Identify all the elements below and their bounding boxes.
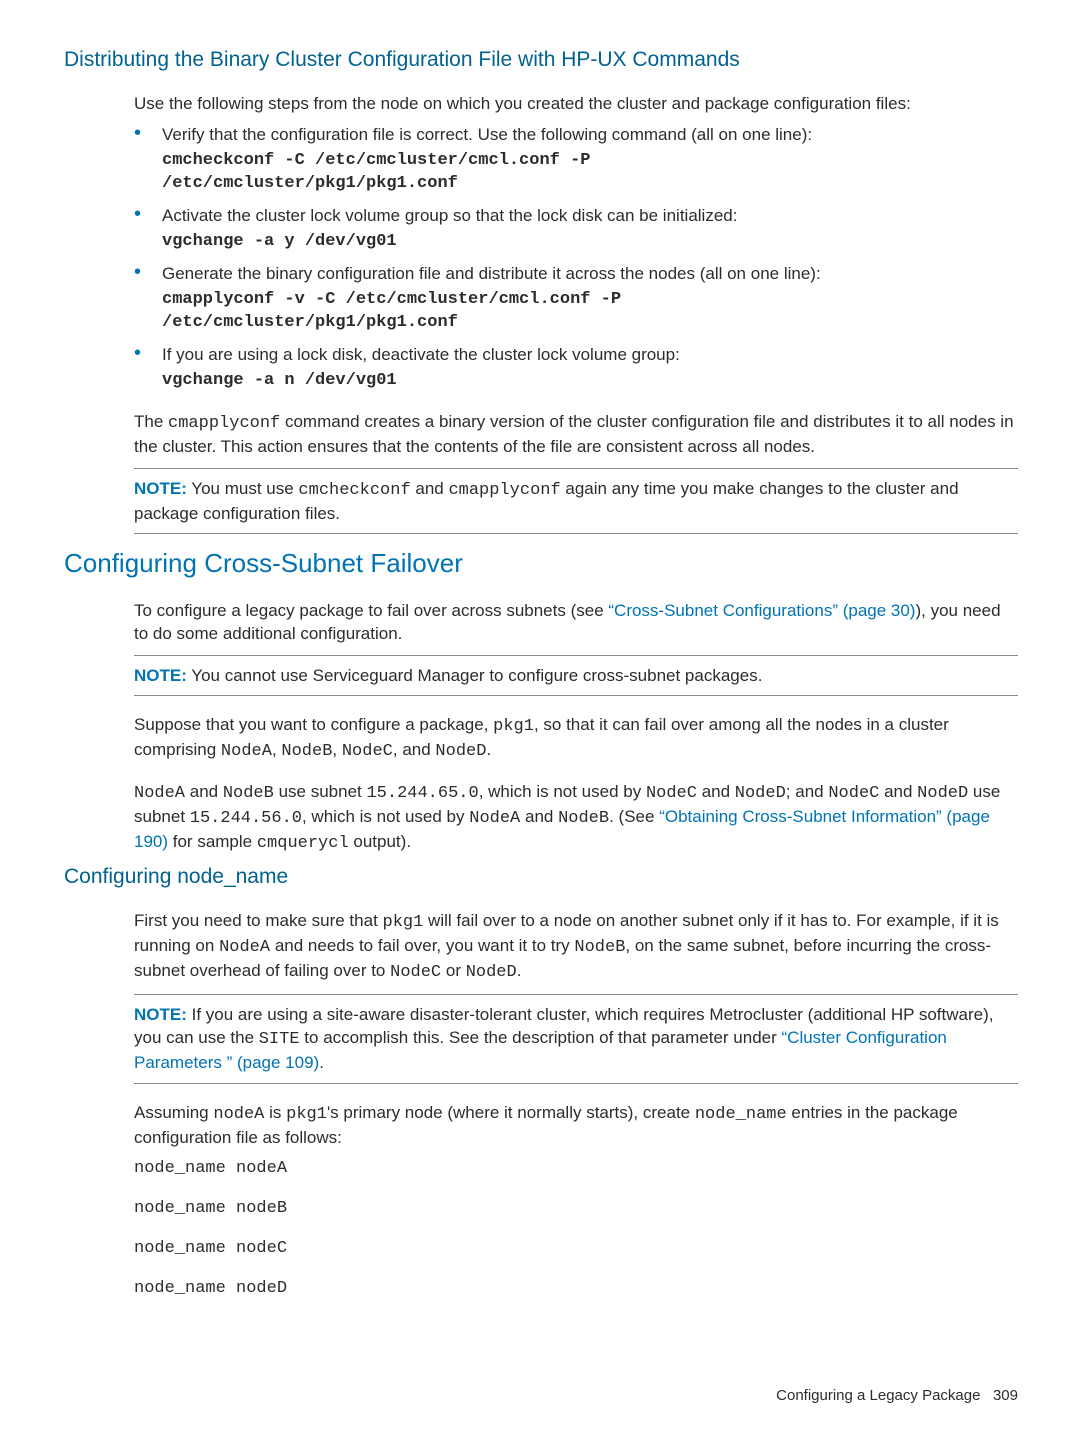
text: You cannot use Serviceguard Manager to c… bbox=[187, 666, 763, 685]
text: Suppose that you want to configure a pac… bbox=[134, 715, 493, 734]
inline-code: SITE bbox=[259, 1030, 300, 1049]
inline-code: NodeB bbox=[281, 742, 332, 761]
cross-para: To configure a legacy package to fail ov… bbox=[134, 599, 1018, 645]
bullet-text: Generate the binary configuration file a… bbox=[162, 264, 821, 283]
inline-code: NodeA bbox=[134, 784, 185, 803]
link-cross-subnet-config[interactable]: “Cross-Subnet Configurations” (page 30) bbox=[608, 601, 915, 620]
inline-code: cmapplyconf bbox=[168, 414, 280, 433]
footer-section: Configuring a Legacy Package bbox=[776, 1387, 980, 1404]
text: , which is not used by bbox=[302, 807, 469, 826]
text: The bbox=[134, 412, 168, 431]
text: . bbox=[517, 961, 522, 980]
text: , and bbox=[393, 740, 436, 759]
entry-line: node_name nodeC bbox=[134, 1237, 1018, 1260]
inline-code: pkg1 bbox=[286, 1105, 327, 1124]
inline-code: NodeA bbox=[469, 809, 520, 828]
inline-code: cmquerycl bbox=[257, 834, 349, 853]
note-label: NOTE: bbox=[134, 1005, 187, 1024]
dist-intro: Use the following steps from the node on… bbox=[134, 92, 1018, 115]
inline-code: NodeB bbox=[223, 784, 274, 803]
heading-cross-subnet: Configuring Cross-Subnet Failover bbox=[64, 546, 1018, 581]
text: , bbox=[332, 740, 341, 759]
page-footer: Configuring a Legacy Package 309 bbox=[64, 1386, 1018, 1406]
text: for sample bbox=[168, 832, 257, 851]
entry-line: node_name nodeB bbox=[134, 1197, 1018, 1220]
inline-code: NodeD bbox=[466, 963, 517, 982]
text: . bbox=[319, 1053, 324, 1072]
text: and bbox=[411, 479, 449, 498]
bullet-text: Activate the cluster lock volume group s… bbox=[162, 206, 737, 225]
inline-code: NodeC bbox=[646, 784, 697, 803]
inline-code: NodeB bbox=[558, 809, 609, 828]
inline-code: node_name bbox=[695, 1105, 787, 1124]
text: and bbox=[185, 782, 223, 801]
text: use subnet bbox=[274, 782, 367, 801]
note-serviceguard: NOTE: You cannot use Serviceguard Manage… bbox=[134, 655, 1018, 696]
assume-para: Assuming nodeA is pkg1's primary node (w… bbox=[134, 1101, 1018, 1149]
text: and bbox=[879, 782, 917, 801]
inline-code: NodeC bbox=[828, 784, 879, 803]
text: Assuming bbox=[134, 1103, 213, 1122]
command-block: vgchange -a y /dev/vg01 bbox=[162, 231, 1018, 254]
text: and needs to fail over, you want it to t… bbox=[270, 936, 574, 955]
text: is bbox=[264, 1103, 286, 1122]
dist-steps: Verify that the configuration file is co… bbox=[134, 123, 1018, 393]
command-block: cmcheckconf -C /etc/cmcluster/cmcl.conf … bbox=[162, 150, 1018, 196]
inline-code: 15.244.56.0 bbox=[190, 809, 302, 828]
heading-node-name: Configuring node_name bbox=[64, 863, 1018, 892]
dist-after-para: The cmapplyconf command creates a binary… bbox=[134, 410, 1018, 458]
heading-distributing: Distributing the Binary Cluster Configur… bbox=[64, 46, 1018, 75]
note-cmcheckconf: NOTE: You must use cmcheckconf and cmapp… bbox=[134, 468, 1018, 534]
nodename-para: First you need to make sure that pkg1 wi… bbox=[134, 909, 1018, 984]
text: 's primary node (where it normally start… bbox=[327, 1103, 695, 1122]
text: You must use bbox=[187, 479, 299, 498]
inline-code: pkg1 bbox=[383, 913, 424, 932]
note-label: NOTE: bbox=[134, 666, 187, 685]
inline-code: nodeA bbox=[213, 1105, 264, 1124]
subnet-para: NodeA and NodeB use subnet 15.244.65.0, … bbox=[134, 780, 1018, 855]
bullet-text: Verify that the configuration file is co… bbox=[162, 125, 812, 144]
list-item: Verify that the configuration file is co… bbox=[134, 123, 1018, 196]
list-item: Activate the cluster lock volume group s… bbox=[134, 204, 1018, 254]
list-item: Generate the binary configuration file a… bbox=[134, 262, 1018, 335]
text: To configure a legacy package to fail ov… bbox=[134, 601, 608, 620]
text: to accomplish this. See the description … bbox=[300, 1028, 782, 1047]
text: output). bbox=[349, 832, 411, 851]
text: and bbox=[520, 807, 558, 826]
text: , bbox=[272, 740, 281, 759]
command-block: cmapplyconf -v -C /etc/cmcluster/cmcl.co… bbox=[162, 289, 1018, 335]
text: , which is not used by bbox=[479, 782, 646, 801]
entry-line: node_name nodeD bbox=[134, 1277, 1018, 1300]
entry-line: node_name nodeA bbox=[134, 1157, 1018, 1180]
text: . (See bbox=[609, 807, 659, 826]
inline-code: cmcheckconf bbox=[298, 481, 410, 500]
note-label: NOTE: bbox=[134, 479, 187, 498]
note-site-aware: NOTE: If you are using a site-aware disa… bbox=[134, 994, 1018, 1083]
text: or bbox=[441, 961, 466, 980]
bullet-text: If you are using a lock disk, deactivate… bbox=[162, 345, 680, 364]
inline-code: NodeD bbox=[435, 742, 486, 761]
text: ; and bbox=[786, 782, 829, 801]
inline-code: pkg1 bbox=[493, 717, 534, 736]
text: and bbox=[697, 782, 735, 801]
inline-code: NodeC bbox=[390, 963, 441, 982]
inline-code: NodeA bbox=[219, 938, 270, 957]
text: First you need to make sure that bbox=[134, 911, 383, 930]
inline-code: NodeA bbox=[221, 742, 272, 761]
inline-code: 15.244.65.0 bbox=[366, 784, 478, 803]
inline-code: NodeC bbox=[342, 742, 393, 761]
suppose-para: Suppose that you want to configure a pac… bbox=[134, 713, 1018, 763]
inline-code: NodeB bbox=[574, 938, 625, 957]
list-item: If you are using a lock disk, deactivate… bbox=[134, 343, 1018, 393]
text: . bbox=[486, 740, 491, 759]
inline-code: NodeD bbox=[917, 784, 968, 803]
command-block: vgchange -a n /dev/vg01 bbox=[162, 370, 1018, 393]
inline-code: NodeD bbox=[735, 784, 786, 803]
inline-code: cmapplyconf bbox=[448, 481, 560, 500]
footer-page: 309 bbox=[993, 1387, 1018, 1404]
